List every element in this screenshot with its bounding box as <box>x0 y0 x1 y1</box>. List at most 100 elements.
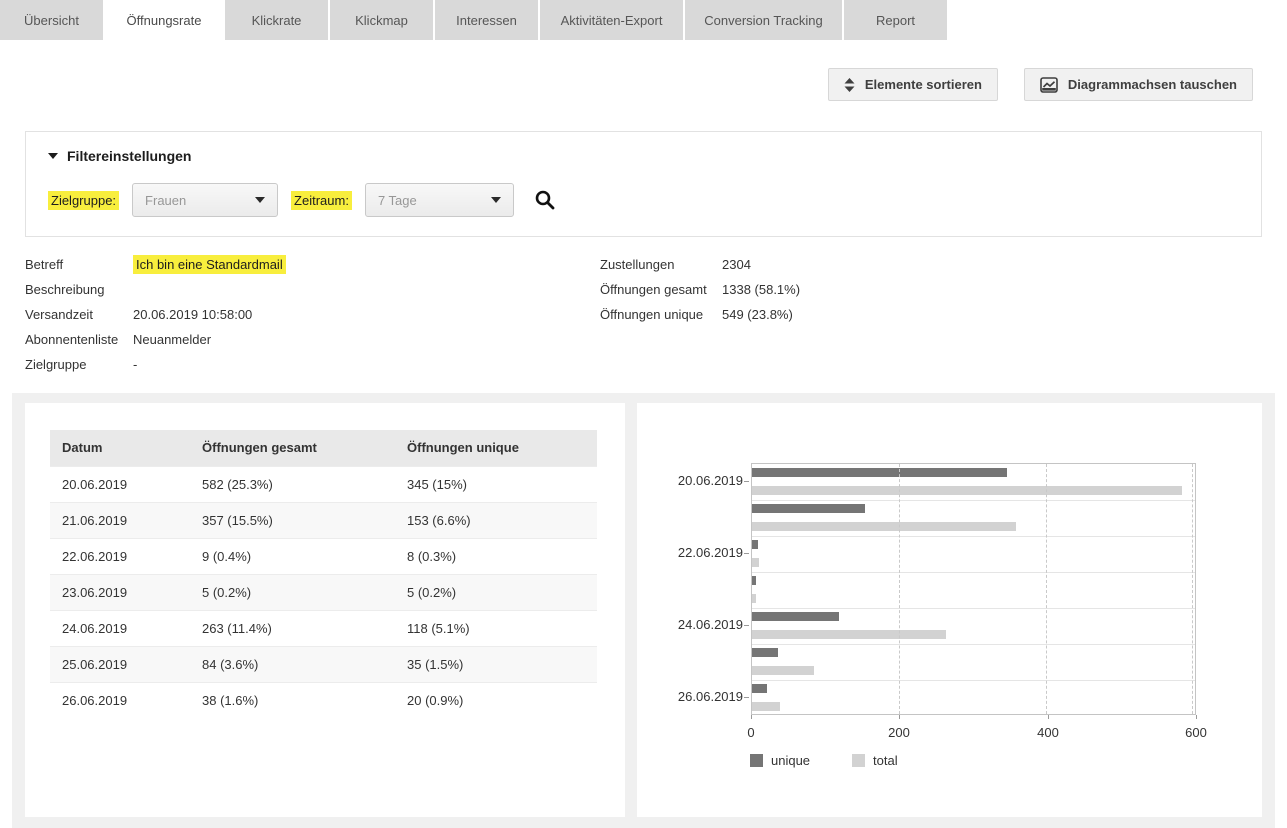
group-separator <box>752 608 1195 609</box>
y-axis-tick <box>744 697 749 698</box>
zustellungen-value: 2304 <box>722 257 751 272</box>
gridline <box>899 464 900 714</box>
y-axis-label: 20.06.2019 <box>637 473 743 488</box>
tab-report[interactable]: Report <box>844 0 947 40</box>
cell-unique: 5 (0.2%) <box>395 574 597 610</box>
tab-interessen[interactable]: Interessen <box>435 0 538 40</box>
swap-chart-axes-button[interactable]: Diagrammachsen tauschen <box>1024 68 1253 101</box>
detail-row: Betreff Ich bin eine Standardmail <box>25 252 286 277</box>
detail-row: Zielgruppe - <box>25 352 286 377</box>
stat-row: Öffnungen unique 549 (23.8%) <box>600 302 800 327</box>
y-axis-label: 26.06.2019 <box>637 689 743 704</box>
chevron-down-icon <box>491 197 501 203</box>
zeitraum-selected-value: 7 Tage <box>378 193 417 208</box>
x-axis-label: 600 <box>1185 725 1207 740</box>
table-row: 24.06.2019 263 (11.4%) 118 (5.1%) <box>50 610 597 646</box>
col-oeffnungen-gesamt: Öffnungen gesamt <box>190 430 395 466</box>
cell-unique: 35 (1.5%) <box>395 646 597 682</box>
bar-total-26.06.2019 <box>752 702 780 711</box>
zielgruppe-detail-value: - <box>133 357 137 372</box>
abonnentenliste-value: Neuanmelder <box>133 332 211 347</box>
table-row: 22.06.2019 9 (0.4%) 8 (0.3%) <box>50 538 597 574</box>
tab-conversion-tracking[interactable]: Conversion Tracking <box>685 0 842 40</box>
toolbar: Elemente sortieren Diagrammachsen tausch… <box>828 68 1253 101</box>
zielgruppe-select[interactable]: Frauen <box>132 183 278 217</box>
cell-date: 25.06.2019 <box>50 646 190 682</box>
tab-bar: Übersicht Öffnungsrate Klickrate Klickma… <box>0 0 1287 40</box>
cell-date: 26.06.2019 <box>50 682 190 718</box>
table-row: 26.06.2019 38 (1.6%) 20 (0.9%) <box>50 682 597 718</box>
zeitraum-select[interactable]: 7 Tage <box>365 183 514 217</box>
cell-gesamt: 582 (25.3%) <box>190 466 395 502</box>
x-axis-label: 200 <box>888 725 910 740</box>
tab-aktivitaeten-export[interactable]: Aktivitäten-Export <box>540 0 683 40</box>
open-rate-table-panel: Datum Öffnungen gesamt Öffnungen unique … <box>25 403 625 817</box>
search-icon <box>534 189 556 211</box>
bar-unique-20.06.2019 <box>752 468 1007 477</box>
oeffnungen-gesamt-value: 1338 (58.1%) <box>722 282 800 297</box>
legend-item-total: total <box>852 753 898 768</box>
filter-settings-toggle[interactable]: Filtereinstellungen <box>48 148 191 164</box>
tab-uebersicht[interactable]: Übersicht <box>0 0 103 40</box>
oeffnungsrate-page: Übersicht Öffnungsrate Klickrate Klickma… <box>0 0 1287 828</box>
tab-klickrate[interactable]: Klickrate <box>225 0 328 40</box>
legend-item-unique: unique <box>750 753 810 768</box>
sort-icon <box>844 78 855 92</box>
table-row: 20.06.2019 582 (25.3%) 345 (15%) <box>50 466 597 502</box>
search-button[interactable] <box>534 189 556 211</box>
bar-total-24.06.2019 <box>752 630 946 639</box>
y-axis-tick <box>744 553 749 554</box>
zielgruppe-detail-label: Zielgruppe <box>25 357 133 372</box>
group-separator <box>752 572 1195 573</box>
oeffnungen-unique-value: 549 (23.8%) <box>722 307 793 322</box>
table-row: 25.06.2019 84 (3.6%) 35 (1.5%) <box>50 646 597 682</box>
filter-controls: Zielgruppe: Frauen Zeitraum: 7 Tage <box>48 183 556 217</box>
cell-gesamt: 38 (1.6%) <box>190 682 395 718</box>
bar-total-23.06.2019 <box>752 594 756 603</box>
bar-unique-26.06.2019 <box>752 684 767 693</box>
cell-date: 24.06.2019 <box>50 610 190 646</box>
tab-klickmap[interactable]: Klickmap <box>330 0 433 40</box>
sort-elements-button[interactable]: Elemente sortieren <box>828 68 998 101</box>
cell-gesamt: 5 (0.2%) <box>190 574 395 610</box>
results-section: Datum Öffnungen gesamt Öffnungen unique … <box>12 393 1275 828</box>
cell-unique: 153 (6.6%) <box>395 502 597 538</box>
cell-date: 23.06.2019 <box>50 574 190 610</box>
oeffnungen-gesamt-label: Öffnungen gesamt <box>600 282 722 297</box>
bar-total-20.06.2019 <box>752 486 1182 495</box>
line-chart-icon <box>1040 77 1058 93</box>
cell-date: 22.06.2019 <box>50 538 190 574</box>
y-axis-label: 22.06.2019 <box>637 545 743 560</box>
cell-unique: 345 (15%) <box>395 466 597 502</box>
bar-unique-24.06.2019 <box>752 612 839 621</box>
sort-elements-label: Elemente sortieren <box>865 77 982 92</box>
betreff-label: Betreff <box>25 257 133 272</box>
cell-date: 20.06.2019 <box>50 466 190 502</box>
open-rate-table: Datum Öffnungen gesamt Öffnungen unique … <box>50 430 597 718</box>
mailing-stats: Zustellungen 2304 Öffnungen gesamt 1338 … <box>600 252 800 327</box>
cell-date: 21.06.2019 <box>50 502 190 538</box>
group-separator <box>752 680 1195 681</box>
y-axis-tick <box>744 481 749 482</box>
gridline <box>1192 464 1193 714</box>
col-datum: Datum <box>50 430 190 466</box>
cell-gesamt: 9 (0.4%) <box>190 538 395 574</box>
cell-gesamt: 357 (15.5%) <box>190 502 395 538</box>
mailing-details: Betreff Ich bin eine Standardmail Beschr… <box>25 252 286 377</box>
y-axis-tick <box>744 625 749 626</box>
col-oeffnungen-unique: Öffnungen unique <box>395 430 597 466</box>
bar-unique-23.06.2019 <box>752 576 756 585</box>
bar-unique-22.06.2019 <box>752 540 758 549</box>
zustellungen-label: Zustellungen <box>600 257 722 272</box>
legend-swatch-unique <box>750 754 763 767</box>
tab-oeffnungsrate[interactable]: Öffnungsrate <box>105 0 223 40</box>
versandzeit-value: 20.06.2019 10:58:00 <box>133 307 252 322</box>
zielgruppe-label: Zielgruppe: <box>48 191 119 210</box>
y-axis-label: 24.06.2019 <box>637 617 743 632</box>
bar-total-22.06.2019 <box>752 558 759 567</box>
chart-plot <box>751 463 1196 715</box>
x-axis-tick <box>1196 715 1197 719</box>
versandzeit-label: Versandzeit <box>25 307 133 322</box>
abonnentenliste-label: Abonnentenliste <box>25 332 133 347</box>
betreff-value: Ich bin eine Standardmail <box>133 255 286 274</box>
